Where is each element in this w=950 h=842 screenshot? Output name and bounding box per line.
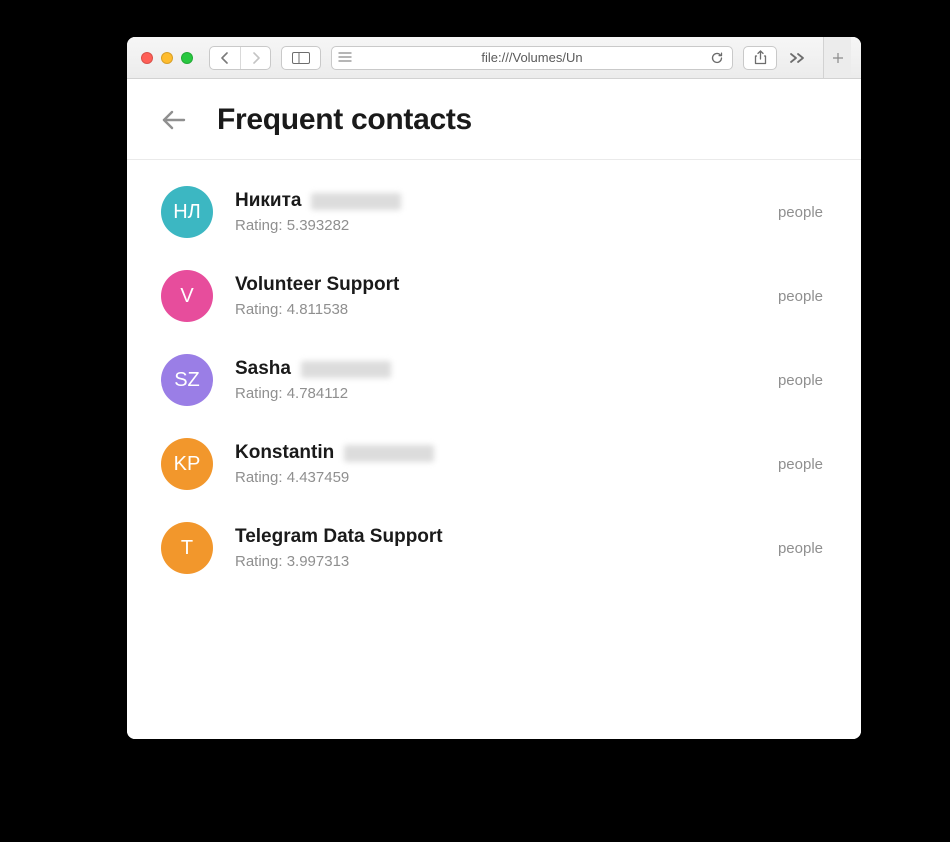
- contact-tag: people: [778, 540, 823, 557]
- address-bar[interactable]: file:///Volumes/Un: [331, 46, 733, 70]
- window-controls: [137, 52, 199, 64]
- contact-main: Никита Rating: 5.393282: [235, 190, 756, 234]
- avatar: T: [161, 522, 213, 574]
- reload-icon[interactable]: [710, 51, 724, 65]
- back-button[interactable]: [161, 109, 187, 131]
- contact-name-redacted: [301, 361, 391, 378]
- page-header: Frequent contacts: [127, 79, 861, 160]
- chevron-right-icon: [251, 52, 261, 64]
- contact-name-redacted: [311, 193, 401, 210]
- share-icon: [754, 50, 767, 65]
- contact-name-visible: Никита: [235, 190, 301, 212]
- toolbar-overflow-button[interactable]: [787, 52, 809, 64]
- page-title: Frequent contacts: [217, 103, 472, 137]
- contact-row[interactable]: KP Konstantin Rating: 4.437459 people: [155, 422, 833, 506]
- contact-name: Volunteer Support: [235, 274, 756, 296]
- avatar: KP: [161, 438, 213, 490]
- contact-row[interactable]: SZ Sasha Rating: 4.784112 people: [155, 338, 833, 422]
- contact-rating: Rating: 4.811538: [235, 301, 756, 318]
- contact-row[interactable]: T Telegram Data Support Rating: 3.997313 pe…: [155, 506, 833, 590]
- contact-name: Konstantin: [235, 442, 756, 464]
- contact-main: Sasha Rating: 4.784112: [235, 358, 756, 402]
- arrow-left-icon: [161, 109, 187, 131]
- contact-main: Telegram Data Support Rating: 3.997313: [235, 526, 756, 570]
- nav-back-button[interactable]: [210, 47, 240, 69]
- page-content: Frequent contacts НЛ Никита Rating: 5.3932…: [127, 79, 861, 739]
- avatar: НЛ: [161, 186, 213, 238]
- plus-icon: [832, 52, 844, 64]
- contact-rating: Rating: 4.437459: [235, 469, 756, 486]
- contact-tag: people: [778, 372, 823, 389]
- nav-back-forward-group: [209, 46, 271, 70]
- url-text: file:///Volumes/Un: [481, 50, 582, 65]
- contact-name-visible: Telegram Data Support: [235, 526, 443, 548]
- contact-name-visible: Konstantin: [235, 442, 334, 464]
- minimize-window-button[interactable]: [161, 52, 173, 64]
- contact-rating: Rating: 5.393282: [235, 217, 756, 234]
- contact-tag: people: [778, 456, 823, 473]
- contact-row[interactable]: V Volunteer Support Rating: 4.811538 people: [155, 254, 833, 338]
- contact-row[interactable]: НЛ Никита Rating: 5.393282 people: [155, 170, 833, 254]
- chevron-left-icon: [220, 52, 230, 64]
- double-chevron-right-icon: [789, 52, 807, 64]
- contact-rating: Rating: 4.784112: [235, 385, 756, 402]
- reader-mode-icon[interactable]: [338, 52, 352, 64]
- avatar: V: [161, 270, 213, 322]
- contact-name-visible: Volunteer Support: [235, 274, 399, 296]
- contact-name: Sasha: [235, 358, 756, 380]
- sidebar-toggle-button[interactable]: [281, 46, 321, 70]
- contact-rating: Rating: 3.997313: [235, 553, 756, 570]
- nav-forward-button[interactable]: [240, 47, 270, 69]
- share-button[interactable]: [743, 46, 777, 70]
- contact-tag: people: [778, 288, 823, 305]
- contact-main: Konstantin Rating: 4.437459: [235, 442, 756, 486]
- new-tab-button[interactable]: [823, 37, 851, 78]
- contact-name-redacted: [344, 445, 434, 462]
- contact-name: Никита: [235, 190, 756, 212]
- safari-window: file:///Volumes/Un: [127, 37, 861, 739]
- window-titlebar: file:///Volumes/Un: [127, 37, 861, 79]
- contact-main: Volunteer Support Rating: 4.811538: [235, 274, 756, 318]
- contact-name: Telegram Data Support: [235, 526, 756, 548]
- contact-name-visible: Sasha: [235, 358, 291, 380]
- zoom-window-button[interactable]: [181, 52, 193, 64]
- contact-tag: people: [778, 204, 823, 221]
- close-window-button[interactable]: [141, 52, 153, 64]
- sidebar-icon: [292, 52, 310, 64]
- contacts-list: НЛ Никита Rating: 5.393282 people V Volunteer…: [127, 160, 861, 590]
- avatar: SZ: [161, 354, 213, 406]
